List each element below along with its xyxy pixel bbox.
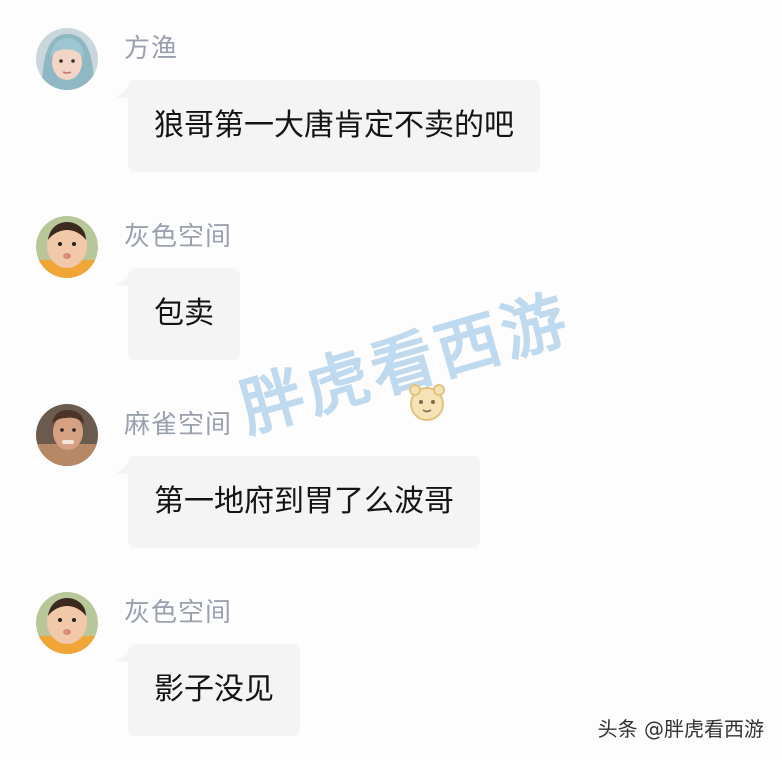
message-bubble[interactable]: 第一地府到胃了么波哥 <box>128 456 480 548</box>
avatar[interactable] <box>36 216 98 278</box>
girl-avatar-icon <box>36 28 98 90</box>
message-bubble[interactable]: 狼哥第一大唐肯定不卖的吧 <box>128 80 540 172</box>
message-bubble[interactable]: 包卖 <box>128 268 240 360</box>
chat-screenshot: 方渔 狼哥第一大唐肯定不卖的吧 灰色空间 包卖 麻雀空间 第一地府到胃了么波哥 … <box>0 0 782 760</box>
baby-avatar-icon <box>36 216 98 278</box>
footer-watermark: 头条 @胖虎看西游 <box>597 717 764 741</box>
author-name: 方渔 <box>124 34 179 64</box>
watermark-text: 胖虎看西游 <box>231 282 579 448</box>
author-name: 灰色空间 <box>124 598 233 628</box>
avatar[interactable] <box>36 404 98 466</box>
baby-avatar-icon <box>36 592 98 654</box>
man-avatar-icon <box>36 404 98 466</box>
avatar[interactable] <box>36 28 98 90</box>
avatar[interactable] <box>36 592 98 654</box>
tiger-face-icon <box>409 384 445 421</box>
author-name: 麻雀空间 <box>124 410 233 440</box>
author-name: 灰色空间 <box>124 222 233 252</box>
watermark: 胖虎看西游 <box>231 282 640 470</box>
message-bubble[interactable]: 影子没见 <box>128 644 300 736</box>
